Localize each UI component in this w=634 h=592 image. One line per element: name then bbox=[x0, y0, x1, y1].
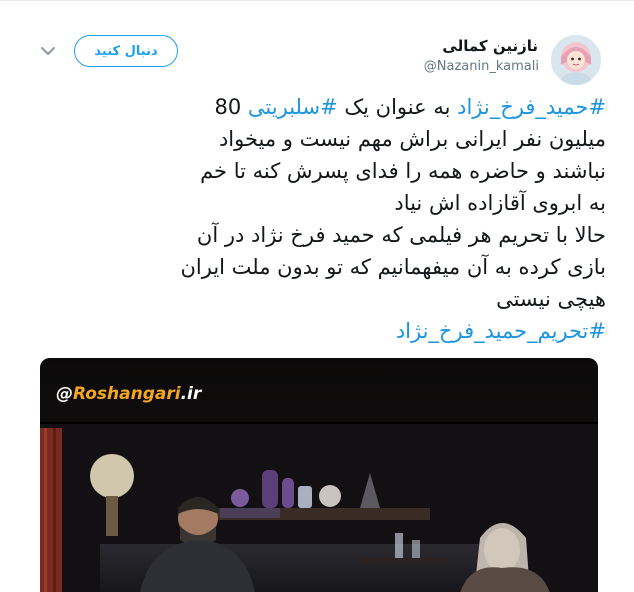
tweet-text-segment: به عنوان یک bbox=[337, 95, 458, 119]
watermark-suffix: .ir bbox=[180, 384, 202, 404]
user-display-name[interactable]: نازنین کمالی bbox=[442, 37, 538, 55]
watermark-name: Roshangari bbox=[73, 384, 181, 404]
tweet-text: #حمید_فرخ_نژاد به عنوان یک #سلبریتی 80 م… bbox=[40, 91, 606, 347]
avatar-illustration-icon bbox=[551, 35, 601, 85]
tweet-line: #حمید_فرخ_نژاد به عنوان یک #سلبریتی 80 bbox=[40, 91, 607, 123]
tweet-line: میلیون نفر ایرانی براش مهم نیست و میخواد bbox=[218, 127, 606, 151]
watermark-at: @ bbox=[56, 384, 73, 404]
chevron-down-icon[interactable] bbox=[40, 43, 56, 59]
hashtag-link[interactable]: #حمید_فرخ_نژاد bbox=[457, 95, 606, 119]
tweet-video[interactable]: @Roshangari.ir bbox=[40, 358, 598, 592]
tweet-line: به ابروی آقازاده اش نیاد bbox=[394, 191, 606, 215]
user-handle[interactable]: @Nazanin_kamali bbox=[424, 59, 539, 74]
hashtag-link[interactable]: #تحریم_حمید_فرخ_نژاد bbox=[396, 319, 606, 343]
video-watermark: @Roshangari.ir bbox=[56, 384, 201, 404]
follow-button[interactable]: دنبال کنید bbox=[74, 35, 178, 67]
hashtag-link[interactable]: #سلبریتی bbox=[248, 95, 338, 119]
tweet-line: حالا با تحریم هر فیلمی که حمید فرخ نژاد … bbox=[196, 223, 606, 247]
tweet-text-segment: 80 bbox=[214, 95, 248, 119]
avatar[interactable] bbox=[551, 35, 601, 85]
tweet-line: نباشند و حاضره همه را فدای پسرش کنه تا خ… bbox=[200, 159, 606, 183]
tweet-card: نازنین کمالی @Nazanin_kamali دنبال کنید … bbox=[0, 0, 634, 592]
tweet-line: هیچی نیستی bbox=[496, 287, 606, 311]
tweet-line: بازی کرده به آن میفهمانیم که تو بدون ملت… bbox=[180, 255, 606, 279]
tweet-line: #تحریم_حمید_فرخ_نژاد bbox=[40, 315, 606, 347]
